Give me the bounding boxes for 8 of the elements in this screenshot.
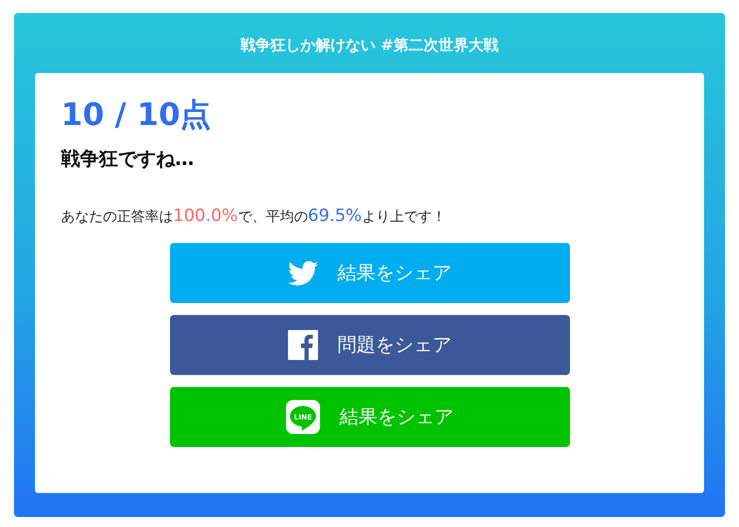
result-sentence: あなたの正答率は100.0%で、平均の69.5%より上です！: [61, 205, 447, 228]
bird-icon: [288, 260, 318, 286]
facebook-icon: [288, 330, 318, 360]
share-button[interactable]: 問題をシェア: [170, 315, 570, 375]
score: 10 / 10点: [61, 96, 212, 135]
verdict: 戦争狂ですね…: [61, 147, 195, 172]
quiz-title: 戦争狂しか解けない #第二次世界大戦: [239, 35, 500, 56]
share-button[interactable]: 結果をシェア: [170, 243, 570, 303]
